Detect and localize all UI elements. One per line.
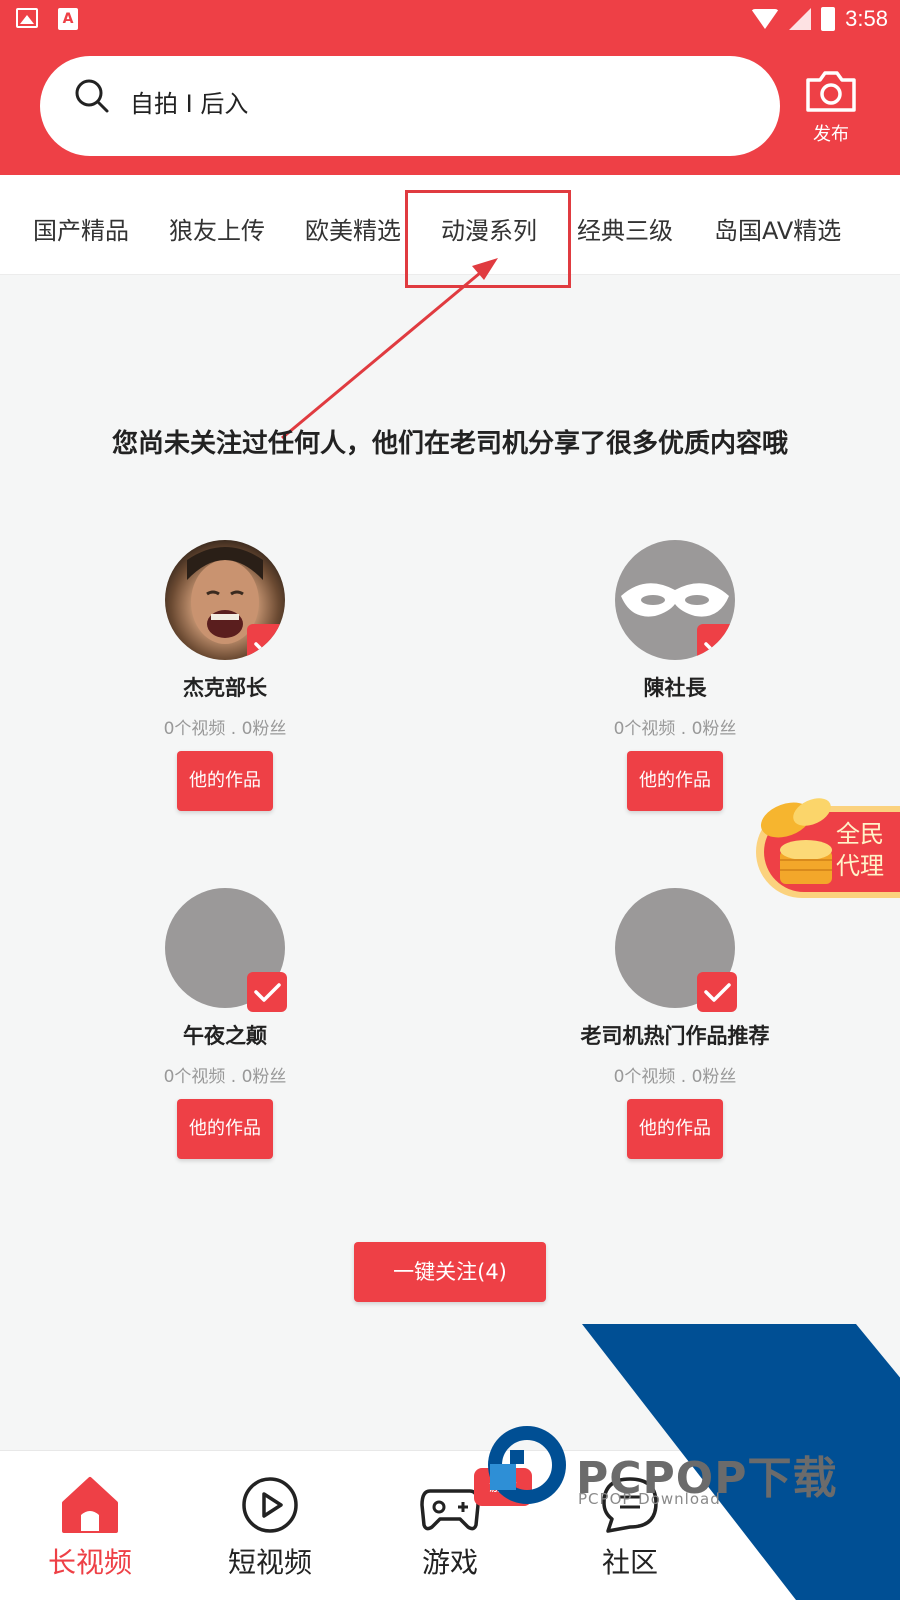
nav-label: 游戏 (421, 1546, 478, 1579)
play-circle-icon (242, 1477, 298, 1533)
works-button[interactable]: 他的作品 (177, 1099, 273, 1159)
works-button[interactable]: 他的作品 (177, 751, 273, 811)
app-notification-icon: A (58, 8, 78, 30)
nav-label: 短视频 (227, 1546, 312, 1579)
user-stats: 0个视频 . 0粉丝 (163, 1067, 287, 1087)
works-button[interactable]: 他的作品 (627, 1099, 723, 1159)
nav-label: 长视频 (47, 1546, 132, 1579)
user-stats: 0个视频 . 0粉丝 (613, 1067, 737, 1087)
publish-button[interactable]: 发布 (800, 68, 862, 146)
wifi-icon (751, 9, 780, 29)
user-card: 杰克部长 0个视频 . 0粉丝 他的作品 (95, 540, 355, 811)
nav-item-short-video[interactable]: 短视频 (210, 1475, 330, 1581)
gamepad-icon (420, 1489, 480, 1531)
coin-stack-icon (760, 798, 832, 884)
top-header: A 3:58 自拍 I 后入 发布 (0, 0, 900, 175)
highlight-box (405, 190, 571, 288)
avatar[interactable] (165, 540, 285, 660)
user-stats: 0个视频 . 0粉丝 (163, 719, 287, 739)
user-card: 老司机热门作品推荐 0个视频 . 0粉丝 他的作品 (545, 888, 805, 1159)
search-input[interactable]: 自拍 I 后入 (130, 84, 248, 119)
avatar[interactable] (165, 888, 287, 1012)
user-card: 陳社長 0个视频 . 0粉丝 他的作品 (545, 540, 805, 811)
tab-western[interactable]: 欧美精选 (305, 211, 401, 246)
empty-follow-message: 您尚未关注过任何人，他们在老司机分享了很多优质内容哦 (111, 429, 788, 459)
avatar[interactable] (615, 888, 737, 1012)
user-name: 杰克部长 (183, 676, 267, 700)
search-bar[interactable]: 自拍 I 后入 (40, 56, 780, 156)
nav-item-long-video[interactable]: 长视频 (30, 1475, 150, 1581)
selected-check-icon[interactable] (697, 624, 735, 660)
agent-label-line2: 代理 (836, 852, 884, 880)
follow-all-button[interactable]: 一键关注(4) (354, 1242, 546, 1302)
watermark-subtitle: PCPOP Download (578, 1490, 721, 1508)
selected-check-icon[interactable] (247, 972, 287, 1012)
tab-domestic[interactable]: 国产精品 (33, 211, 129, 246)
tab-uploads[interactable]: 狼友上传 (169, 211, 265, 246)
user-name: 陳社長 (643, 676, 707, 700)
home-icon (62, 1477, 118, 1533)
user-stats: 0个视频 . 0粉丝 (613, 719, 737, 739)
user-card: 午夜之颠 0个视频 . 0粉丝 他的作品 (95, 888, 355, 1159)
user-name: 老司机热门作品推荐 (580, 1024, 770, 1048)
user-name: 午夜之颠 (183, 1024, 267, 1048)
selected-check-icon[interactable] (697, 972, 737, 1012)
status-bar: A 3:58 (0, 0, 900, 36)
publish-label: 发布 (813, 124, 849, 145)
battery-icon (821, 7, 836, 31)
image-notification-icon (16, 8, 38, 28)
watermark-logo-icon (488, 1426, 566, 1504)
status-time: 3:58 (845, 6, 888, 31)
works-button[interactable]: 他的作品 (627, 751, 723, 811)
tab-japan-av[interactable]: 岛国AV精选 (714, 211, 841, 246)
avatar[interactable] (615, 540, 735, 660)
tab-classic[interactable]: 经典三级 (577, 211, 673, 246)
selected-check-icon[interactable] (247, 624, 285, 660)
agent-label-line1: 全民 (836, 820, 884, 848)
camera-icon (806, 71, 856, 112)
agent-promo-badge[interactable]: 全民 代理 (756, 798, 900, 898)
search-icon (75, 79, 109, 113)
signal-icon (789, 8, 812, 30)
